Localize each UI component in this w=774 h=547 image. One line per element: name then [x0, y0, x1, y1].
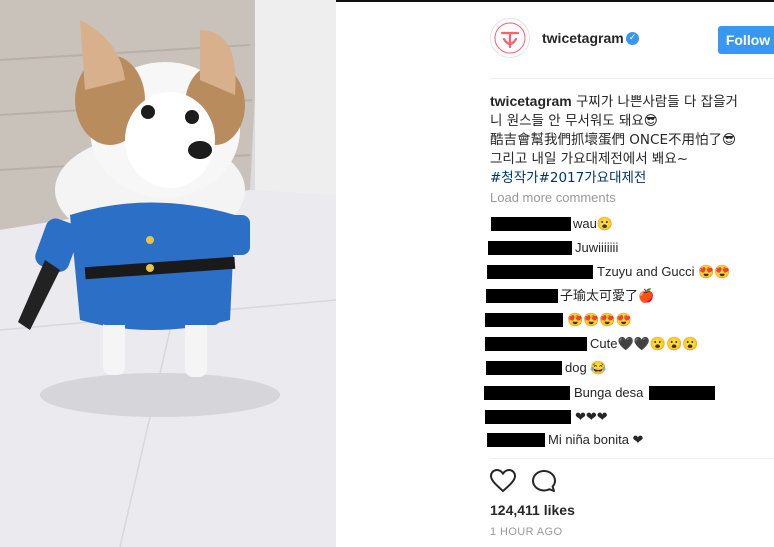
comments-divider: [490, 458, 774, 459]
follow-button[interactable]: Follow: [718, 26, 774, 54]
redacted-username: [485, 313, 563, 327]
comment-bubble-icon[interactable]: [531, 469, 557, 493]
redacted-username: [485, 410, 571, 424]
post-photo[interactable]: [0, 0, 336, 547]
avatar[interactable]: [490, 18, 530, 58]
caption-hashtags[interactable]: #청작가#2017가요대제전: [490, 169, 762, 188]
caption-line-1: 구찌가 나쁜사람들 다 잡을거: [576, 94, 738, 110]
redacted-username: [484, 386, 570, 400]
header-divider: [490, 78, 774, 79]
caption-line-3: 酷吉會幫我們抓壞蛋們 ONCE不用怕了😎: [490, 132, 737, 148]
dog-photo-illustration: [0, 0, 336, 547]
redacted-username: [486, 361, 562, 375]
twice-logo-icon: [494, 22, 526, 54]
comment-text: ❤❤❤: [575, 409, 608, 424]
post-caption: twicetagram 구찌가 나쁜사람들 다 잡을거 니 원스들 안 무서워도…: [490, 92, 762, 188]
redacted-username: [488, 241, 572, 255]
comment-text: Tzuyu and Gucci 😍😍: [597, 264, 731, 279]
comment-text: Mi niña bonita ❤: [548, 432, 644, 447]
caption-line-2: 니 원스들 안 무서워도 돼요😎: [490, 113, 658, 129]
redacted-username: [486, 289, 558, 303]
post-header: twicetagram ✓ Follow: [490, 18, 774, 62]
post-timestamp[interactable]: 1 HOUR AGO: [490, 526, 562, 538]
comment-text: Cute🖤🖤😮😮😮: [590, 336, 699, 351]
redacted-username: [485, 337, 587, 351]
comment-text: 子瑜太可愛了🍎: [560, 288, 655, 303]
load-more-comments-link[interactable]: Load more comments: [490, 190, 616, 205]
post-username[interactable]: twicetagram: [542, 30, 624, 46]
redacted-username: [491, 217, 571, 231]
comment-text: Juwiiiiiii: [575, 240, 619, 255]
redacted-text: [649, 386, 715, 400]
comment-text: wau😮: [573, 216, 614, 231]
caption-username[interactable]: twicetagram: [490, 93, 572, 109]
likes-count[interactable]: 124,411 likes: [490, 502, 575, 518]
redacted-username: [487, 265, 593, 279]
caption-line-4: 그리고 내일 가요대제전에서 봬요~: [490, 151, 689, 167]
comment-text: Bunga desa: [574, 385, 644, 400]
verified-badge-icon: ✓: [626, 32, 639, 45]
redacted-username: [487, 433, 545, 447]
top-border: [336, 0, 774, 2]
comment-text: 😍😍😍😍: [567, 312, 632, 327]
comment-text: dog 😂: [565, 360, 607, 375]
heart-icon[interactable]: [490, 469, 516, 493]
post-actions: [490, 467, 570, 497]
